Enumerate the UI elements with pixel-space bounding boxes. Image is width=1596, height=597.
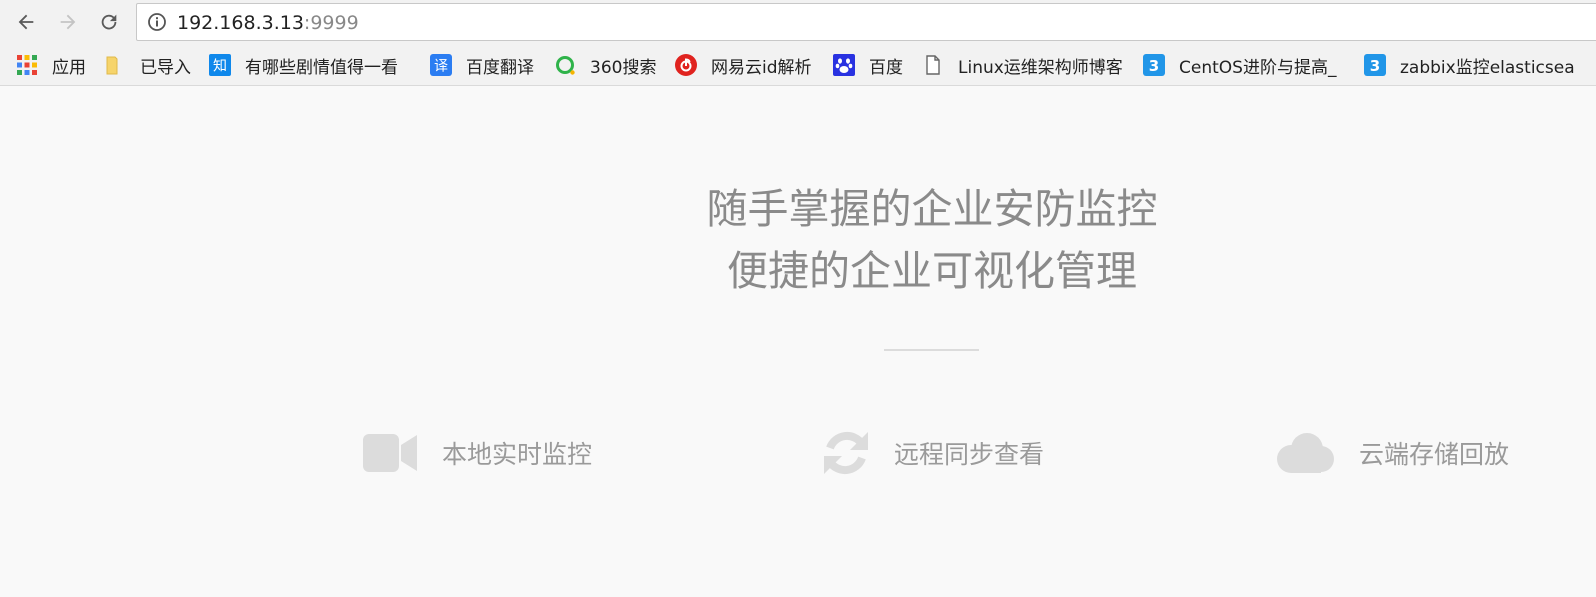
translate-icon: 译 <box>430 54 452 76</box>
site-3-icon: 3 <box>1143 54 1165 76</box>
bookmark-label: 有哪些剧情值得一看 <box>245 57 398 78</box>
bookmark-label: CentOS进阶与提高_ <box>1179 57 1337 78</box>
bookmark-centos[interactable]: 3 CentOS进阶与提高_ <box>1143 53 1343 78</box>
bookmark-label: 百度翻译 <box>466 57 534 78</box>
folder-icon <box>106 56 118 75</box>
bookmark-linux-blog[interactable]: Linux运维架构师博客 <box>922 53 1128 78</box>
svg-text:知: 知 <box>213 58 227 75</box>
address-bar[interactable]: 192.168.3.13:9999 <box>136 3 1596 41</box>
bookmark-baidu-translate[interactable]: 译 百度翻译 <box>430 53 534 78</box>
site-3-icon: 3 <box>1364 54 1386 76</box>
bookmark-imported-folder[interactable]: 已导入 <box>104 53 191 78</box>
bookmark-zabbix[interactable]: 3 zabbix监控elasticsea <box>1364 53 1592 78</box>
baidu-paw-icon <box>833 54 855 76</box>
netease-music-icon <box>675 54 697 76</box>
forward-button[interactable] <box>53 7 83 37</box>
apps-grid-icon <box>17 55 37 75</box>
reload-icon <box>101 14 117 30</box>
sync-icon <box>824 431 868 475</box>
info-icon[interactable] <box>147 12 167 32</box>
feature-label: 远程同步查看 <box>894 440 1045 469</box>
cloud-icon <box>1277 433 1334 473</box>
svg-text:译: 译 <box>434 59 448 75</box>
feature-local-monitoring: 本地实时监控 <box>362 427 592 479</box>
bookmark-360-search[interactable]: 360搜索 <box>554 53 657 78</box>
page-icon <box>926 55 940 75</box>
feature-label: 云端存储回放 <box>1359 440 1510 469</box>
bookmark-label: Linux运维架构师博客 <box>958 57 1123 78</box>
feature-cloud-storage: 云端存储回放 <box>1275 427 1509 479</box>
svg-text:3: 3 <box>1370 57 1380 75</box>
url-host: 192.168.3.13 <box>177 12 304 34</box>
divider <box>884 349 979 351</box>
url-port: :9999 <box>303 12 359 34</box>
bookmark-label: zabbix监控elasticsea <box>1400 57 1575 78</box>
bookmark-label: 网易云id解析 <box>711 57 812 78</box>
browser-toolbar: 192.168.3.13:9999 <box>0 0 1596 45</box>
bookmark-apps[interactable]: 应用 <box>16 53 86 78</box>
bookmark-label: 应用 <box>52 57 86 78</box>
bookmark-netease[interactable]: 网易云id解析 <box>675 53 812 78</box>
zhihu-icon: 知 <box>209 54 231 76</box>
back-arrow-icon <box>18 14 34 30</box>
reload-button[interactable] <box>94 7 124 37</box>
svg-text:3: 3 <box>1149 57 1159 75</box>
bookmark-label: 360搜索 <box>590 57 657 78</box>
bookmark-label: 百度 <box>869 57 903 78</box>
360-search-icon <box>556 56 575 75</box>
bookmarks-bar: 应用 已导入 知 有哪些剧情值得一看 译 百度翻译 360搜索 网易云id解析 … <box>0 45 1596 86</box>
back-button[interactable] <box>11 7 41 37</box>
url-text[interactable]: 192.168.3.13:9999 <box>177 12 359 34</box>
feature-label: 本地实时监控 <box>442 440 593 469</box>
hero-title-line-2: 便捷的企业可视化管理 <box>727 247 1137 295</box>
forward-arrow-icon <box>60 14 76 30</box>
bookmark-label: 已导入 <box>140 57 191 78</box>
bookmark-zhihu[interactable]: 知 有哪些剧情值得一看 <box>209 53 409 78</box>
video-camera-icon <box>363 434 417 472</box>
hero-title-line-1: 随手掌握的企业安防监控 <box>706 185 1158 233</box>
feature-remote-sync: 远程同步查看 <box>822 427 1044 479</box>
bookmark-baidu[interactable]: 百度 <box>833 53 903 78</box>
